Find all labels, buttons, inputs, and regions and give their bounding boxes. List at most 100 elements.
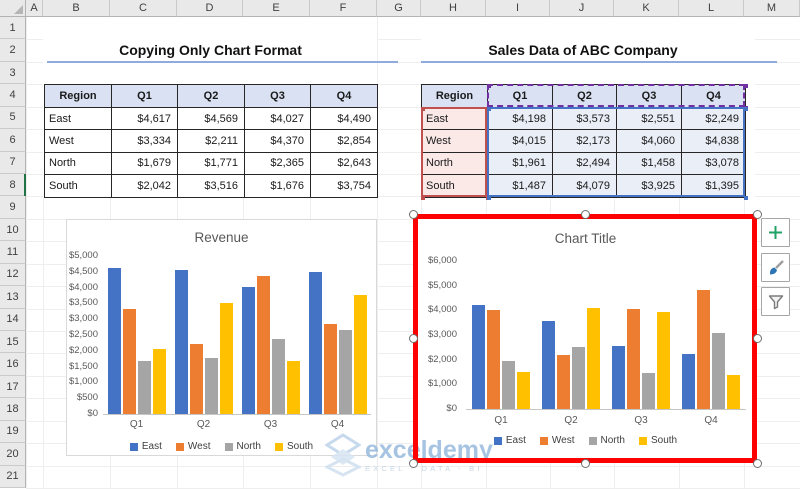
row-header-18[interactable]: 18 <box>0 398 26 421</box>
table-cell[interactable]: $1,961 <box>488 152 553 176</box>
table-cell[interactable]: $3,334 <box>112 130 178 153</box>
column-header-E[interactable]: E <box>243 0 310 17</box>
table-cell[interactable]: $1,458 <box>617 152 682 176</box>
table-header-cell[interactable]: Q3 <box>245 85 311 108</box>
table-cell[interactable]: West <box>422 130 488 153</box>
bar-east-q3[interactable] <box>241 286 255 414</box>
bar-south-q1[interactable] <box>152 349 166 414</box>
table-cell[interactable]: $3,078 <box>682 152 746 176</box>
table-cell[interactable]: $4,569 <box>178 108 245 131</box>
column-header-D[interactable]: D <box>177 0 243 17</box>
table-cell[interactable]: $2,551 <box>617 108 682 131</box>
y-axis-tick-label[interactable]: $0 <box>67 408 98 419</box>
x-axis-category-label[interactable]: Q4 <box>304 419 371 430</box>
bar-north-q2[interactable] <box>204 358 218 414</box>
table-cell[interactable]: South <box>422 175 488 198</box>
y-axis-tick-label[interactable]: $2,500 <box>67 329 98 340</box>
bar-north-q2[interactable] <box>572 347 585 409</box>
bar-west-q1[interactable] <box>122 308 136 414</box>
column-header-K[interactable]: K <box>614 0 679 17</box>
table-cell[interactable]: $3,573 <box>553 108 617 131</box>
selection-handle[interactable] <box>408 458 418 468</box>
bar-west-q2[interactable] <box>189 344 203 414</box>
selection-handle[interactable] <box>580 458 590 468</box>
table-cell[interactable]: $2,249 <box>682 108 746 131</box>
bar-east-q2[interactable] <box>174 269 188 414</box>
table-cell[interactable]: $4,060 <box>617 130 682 153</box>
column-header-I[interactable]: I <box>486 0 550 17</box>
table-cell[interactable]: $2,042 <box>112 175 178 198</box>
selection-handle[interactable] <box>408 209 418 219</box>
y-axis-tick-label[interactable]: $4,000 <box>67 282 98 293</box>
left-section-title[interactable]: Copying Only Chart Format <box>44 42 377 58</box>
bar-west-q4[interactable] <box>697 289 710 409</box>
table-cell[interactable]: North <box>45 152 112 176</box>
table-cell[interactable]: North <box>422 152 488 176</box>
table-cell[interactable]: $4,027 <box>245 108 311 131</box>
legend-item-east[interactable]: East <box>493 435 526 446</box>
table-cell[interactable]: $4,490 <box>311 108 378 131</box>
y-axis-tick-label[interactable]: $0 <box>418 403 457 414</box>
column-header-C[interactable]: C <box>110 0 177 17</box>
table-cell[interactable]: $2,494 <box>553 152 617 176</box>
table-header-cell[interactable]: Q3 <box>617 85 682 108</box>
bar-east-q1[interactable] <box>107 268 121 414</box>
table-header-cell[interactable]: Q1 <box>112 85 178 108</box>
bar-south-q3[interactable] <box>657 312 670 409</box>
row-header-21[interactable]: 21 <box>0 465 26 489</box>
bar-south-q4[interactable] <box>727 374 740 409</box>
table-cell[interactable]: $2,173 <box>553 130 617 153</box>
table-header-cell[interactable]: Q1 <box>488 85 553 108</box>
bar-east-q2[interactable] <box>542 320 555 409</box>
chart-title[interactable]: Revenue <box>67 230 376 245</box>
column-header-M[interactable]: M <box>744 0 800 17</box>
table-header-cell[interactable]: Region <box>422 85 488 108</box>
table-cell[interactable]: $1,395 <box>682 175 746 198</box>
bar-north-q4[interactable] <box>712 333 725 409</box>
table-cell[interactable]: $4,079 <box>553 175 617 198</box>
row-header-15[interactable]: 15 <box>0 331 26 354</box>
y-axis-tick-label[interactable]: $4,500 <box>67 266 98 277</box>
table-cell[interactable]: $2,854 <box>311 130 378 153</box>
y-axis-tick-label[interactable]: $500 <box>67 392 98 403</box>
table-cell[interactable]: East <box>422 108 488 131</box>
legend-item-north[interactable]: North <box>588 435 625 446</box>
bar-north-q4[interactable] <box>338 330 352 414</box>
column-header-H[interactable]: H <box>421 0 486 17</box>
bar-north-q1[interactable] <box>502 360 515 409</box>
chart-elements-button[interactable] <box>761 218 790 247</box>
selection-handle[interactable] <box>752 458 762 468</box>
row-header-7[interactable]: 7 <box>0 151 26 174</box>
column-header-J[interactable]: J <box>550 0 614 17</box>
right-section-title[interactable]: Sales Data of ABC Company <box>421 42 745 58</box>
chart-styles-button[interactable] <box>761 253 790 282</box>
table-cell[interactable]: $4,370 <box>245 130 311 153</box>
column-header-B[interactable]: B <box>43 0 110 17</box>
bar-west-q4[interactable] <box>323 323 337 414</box>
bar-south-q2[interactable] <box>587 308 600 409</box>
row-header-12[interactable]: 12 <box>0 263 26 287</box>
table-cell[interactable]: $1,679 <box>112 152 178 176</box>
table-cell[interactable]: $3,754 <box>311 175 378 198</box>
row-header-20[interactable]: 20 <box>0 443 26 466</box>
x-axis-category-label[interactable]: Q1 <box>103 419 170 430</box>
table-cell[interactable]: East <box>45 108 112 131</box>
y-axis-tick-label[interactable]: $4,000 <box>418 304 457 315</box>
table-header-cell[interactable]: Q4 <box>311 85 378 108</box>
bar-north-q3[interactable] <box>271 339 285 414</box>
select-all-corner[interactable] <box>0 0 26 17</box>
table-header-cell[interactable]: Region <box>45 85 112 108</box>
x-axis-line[interactable] <box>103 414 371 415</box>
table-header-cell[interactable]: Q4 <box>682 85 746 108</box>
y-axis-tick-label[interactable]: $1,500 <box>67 361 98 372</box>
table-cell[interactable]: $1,771 <box>178 152 245 176</box>
y-axis-tick-label[interactable]: $3,000 <box>67 313 98 324</box>
table-cell[interactable]: $4,015 <box>488 130 553 153</box>
table-cell[interactable]: $4,617 <box>112 108 178 131</box>
row-header-3[interactable]: 3 <box>0 61 26 85</box>
legend-item-south[interactable]: South <box>274 441 313 452</box>
row-header-2[interactable]: 2 <box>0 39 26 62</box>
y-axis-tick-label[interactable]: $2,000 <box>67 345 98 356</box>
y-axis-tick-label[interactable]: $5,000 <box>67 250 98 261</box>
y-axis-tick-label[interactable]: $2,000 <box>418 354 457 365</box>
